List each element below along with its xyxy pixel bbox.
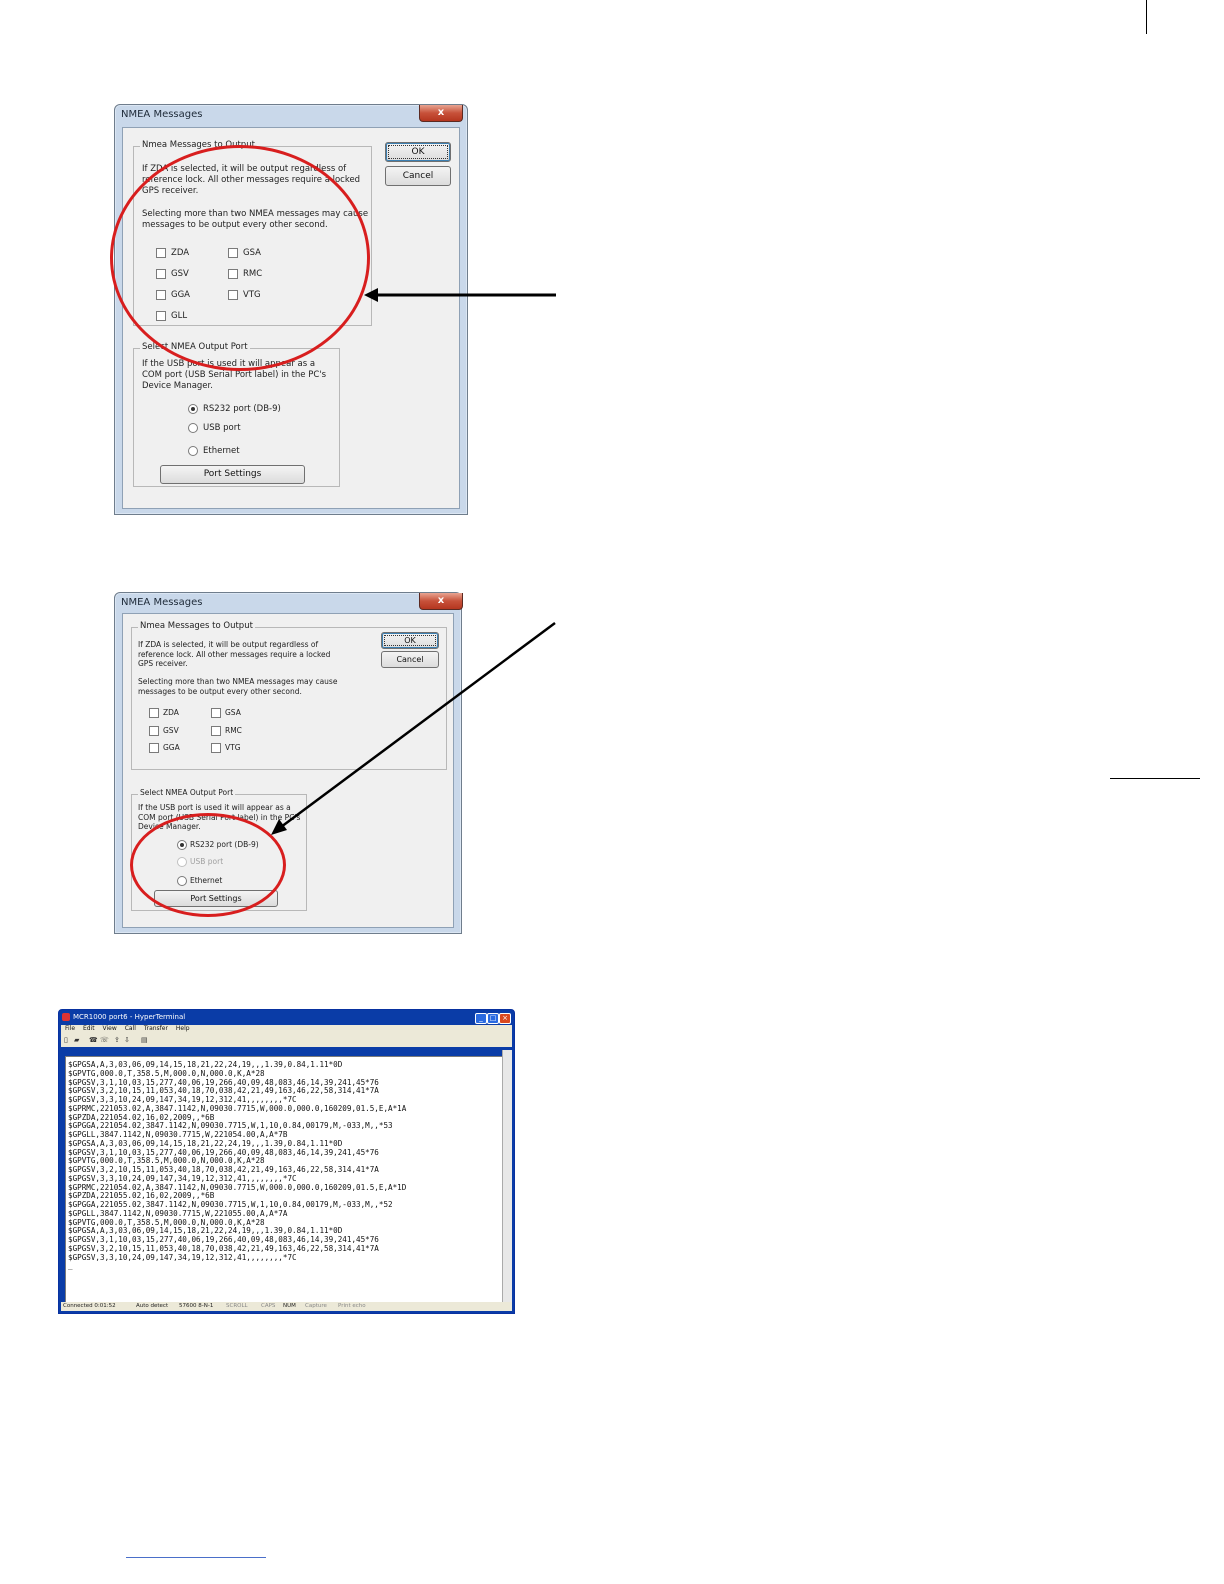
dialog-title: NMEA Messages [121, 597, 203, 608]
window-title: MCR1000 port6 - HyperTerminal [73, 1013, 186, 1021]
new-icon[interactable]: ▯ [64, 1036, 68, 1044]
menu-edit[interactable]: Edit [83, 1025, 95, 1032]
toolbar: ▯ ▰ ☎ ☏ ⇪ ⇩ ▤ [61, 1035, 512, 1047]
terminal-line: $GPGSV,3,3,10,24,09,147,34,19,12,312,41,… [68, 1252, 297, 1262]
label-gsa: GSA [225, 708, 241, 717]
vertical-scrollbar[interactable] [502, 1050, 512, 1302]
label-rs232: RS232 port (DB-9) [203, 404, 281, 414]
status-caps: CAPS [261, 1303, 276, 1309]
status-settings: 57600 8-N-1 [179, 1303, 214, 1309]
ok-button[interactable]: OK [385, 142, 451, 162]
checkbox-gsa[interactable] [211, 708, 221, 718]
properties-icon[interactable]: ▤ [141, 1036, 148, 1044]
menu-call[interactable]: Call [125, 1025, 136, 1032]
footer-link-underline [126, 1557, 266, 1558]
dialog-title: NMEA Messages [121, 109, 203, 120]
cancel-button[interactable]: Cancel [385, 166, 451, 186]
label-gga: GGA [163, 743, 180, 752]
terminal-lines: $GPGSA,A,3,03,06,09,14,15,18,21,22,24,19… [68, 1060, 406, 1271]
send-icon[interactable]: ⇪ [114, 1036, 120, 1044]
radio-usb[interactable] [188, 423, 198, 433]
status-capture: Capture [305, 1303, 327, 1309]
receive-icon[interactable]: ⇩ [124, 1036, 130, 1044]
disconnect-icon[interactable]: ☎ [89, 1036, 98, 1044]
checkbox-zda[interactable] [149, 708, 159, 718]
label-vtg: VTG [225, 743, 241, 752]
terminal-output[interactable]: $GPGSA,A,3,03,06,09,14,15,18,21,22,24,19… [65, 1056, 503, 1304]
page-edge-rule [1146, 0, 1147, 34]
minimize-button[interactable]: _ [475, 1013, 487, 1024]
radio-ethernet[interactable] [188, 446, 198, 456]
menu-bar: File Edit View Call Transfer Help [61, 1025, 512, 1035]
close-button[interactable]: x [419, 105, 463, 122]
underline-rule [1110, 778, 1200, 779]
checkbox-rmc[interactable] [211, 726, 221, 736]
checkbox-gsv[interactable] [149, 726, 159, 736]
status-print-echo: Print echo [338, 1303, 366, 1309]
status-detect: Auto detect [136, 1303, 169, 1309]
menu-transfer[interactable]: Transfer [144, 1025, 168, 1032]
checkbox-vtg[interactable] [211, 743, 221, 753]
group-legend: Select NMEA Output Port [138, 788, 236, 797]
group-legend: Nmea Messages to Output [138, 621, 255, 631]
maximize-button[interactable]: □ [487, 1013, 499, 1024]
radio-rs232[interactable] [188, 404, 198, 414]
pointer-arrow [364, 288, 556, 302]
call-icon[interactable]: ☏ [100, 1036, 109, 1044]
pointer-arrow [271, 621, 556, 835]
label-gsv: GSV [163, 726, 179, 735]
terminal-line: _ [68, 1261, 73, 1271]
label-rmc: RMC [225, 726, 242, 735]
hyperterminal-window: MCR1000 port6 - HyperTerminal _ □ × File… [58, 1009, 515, 1314]
status-connected: Connected 0:01:52 [63, 1303, 116, 1309]
menu-view[interactable]: View [103, 1025, 117, 1032]
checkbox-gga[interactable] [149, 743, 159, 753]
status-num: NUM [283, 1303, 296, 1309]
menu-help[interactable]: Help [176, 1025, 190, 1032]
highlight-circle [110, 145, 370, 371]
status-scroll: SCROLL [226, 1303, 248, 1309]
menu-file[interactable]: File [65, 1025, 75, 1032]
label-usb: USB port [203, 423, 241, 433]
status-bar: Connected 0:01:52 Auto detect 57600 8-N-… [61, 1302, 512, 1311]
port-settings-button[interactable]: Port Settings [160, 465, 305, 484]
highlight-circle [130, 813, 286, 917]
app-icon [62, 1013, 70, 1021]
open-icon[interactable]: ▰ [74, 1036, 79, 1044]
close-button[interactable]: x [419, 593, 463, 610]
close-button[interactable]: × [499, 1013, 511, 1024]
label-ethernet: Ethernet [203, 446, 240, 456]
label-zda: ZDA [163, 708, 179, 717]
